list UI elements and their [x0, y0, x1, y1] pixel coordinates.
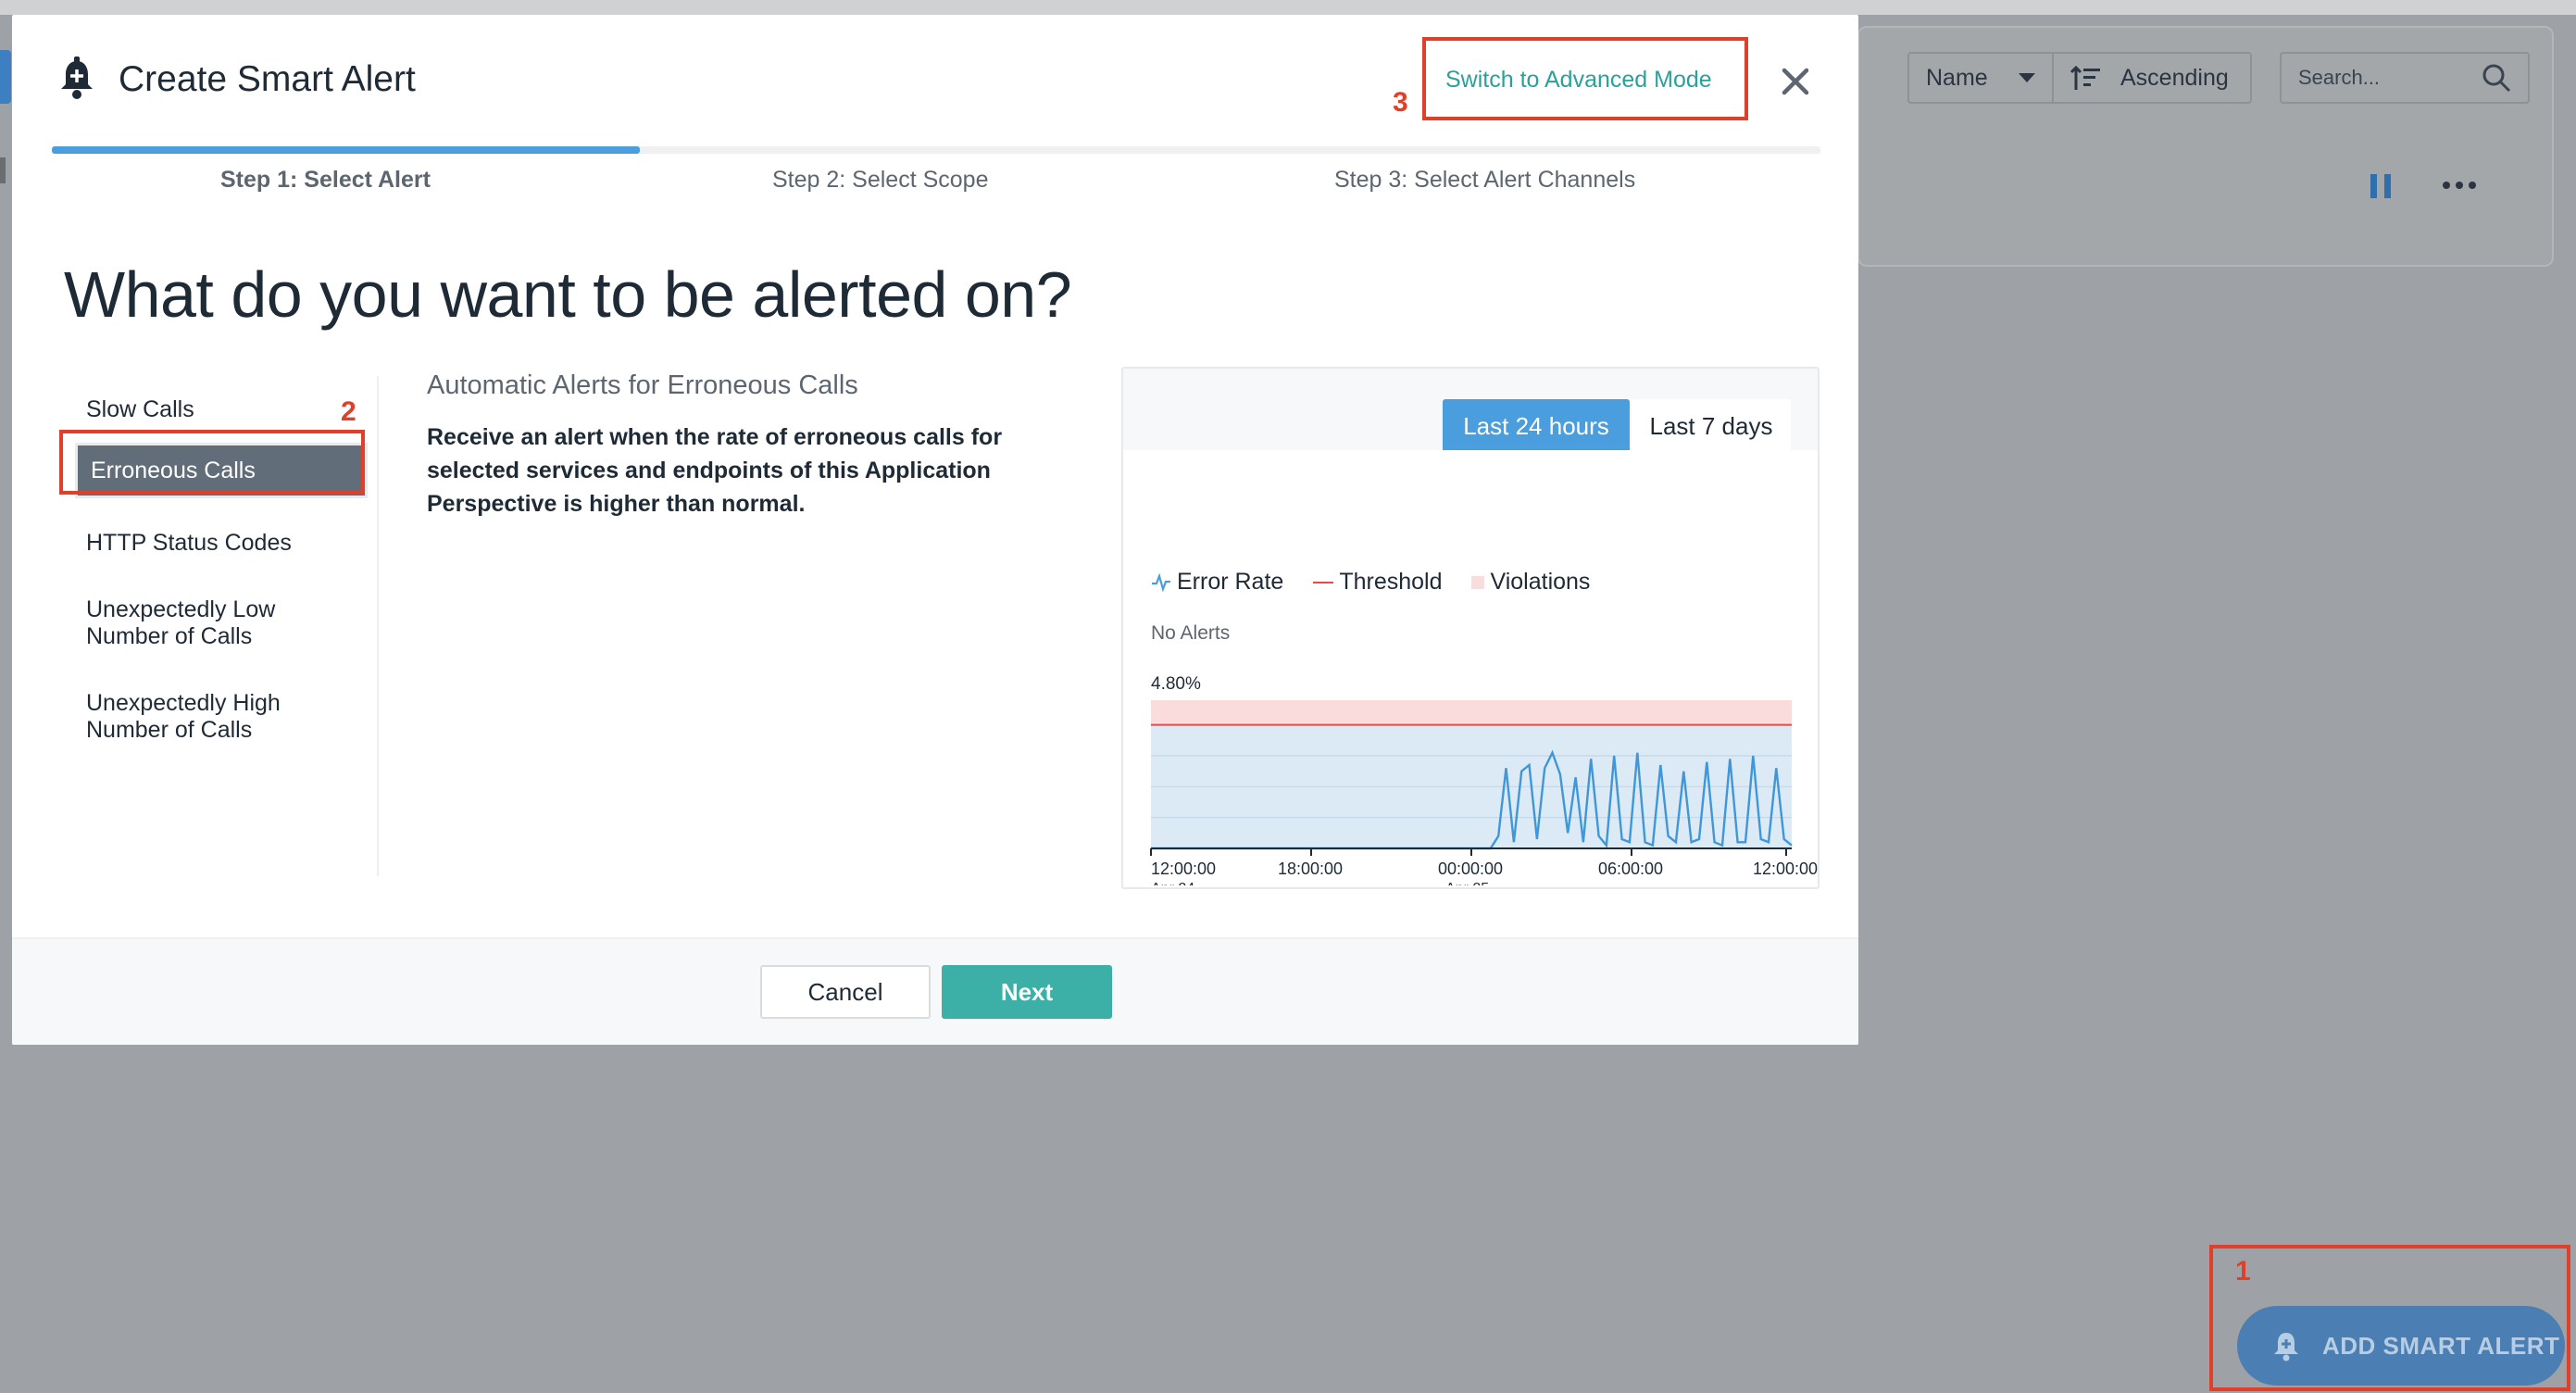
description-title: Automatic Alerts for Erroneous Calls — [427, 370, 858, 400]
cancel-button[interactable]: Cancel — [760, 965, 931, 1019]
x-tick-label-4: 06:00:00 — [1598, 860, 1663, 878]
sort-field-label: Name — [1926, 64, 1988, 91]
add-smart-alert-label: ADD SMART ALERT — [2322, 1331, 2560, 1360]
error-rate-icon — [1152, 572, 1170, 592]
legend-violations: Violations — [1471, 569, 1590, 596]
x-tick-date-3: Apr 25 — [1445, 881, 1489, 885]
error-rate-chart: 4.80% 12:00:00 Apr 24 18:00:00 00:00:00 Apr 2… — [1150, 674, 1818, 885]
top-bar — [0, 0, 2576, 15]
alert-type-list: Slow Calls Erroneous Calls HTTP Status C… — [64, 376, 379, 876]
step-1-label[interactable]: Step 1: Select Alert — [220, 167, 431, 194]
dialog-header: Create Smart Alert Switch to Advanced Mo… — [12, 15, 1858, 154]
switch-advanced-mode-link[interactable]: Switch to Advanced Mode — [1445, 67, 1712, 94]
bell-icon — [2274, 1333, 2298, 1362]
bell-plus-icon — [61, 56, 93, 99]
add-smart-alert-button[interactable]: ADD SMART ALERT — [2237, 1306, 2565, 1386]
chart-body: Error Rate Threshold Violations No Alert… — [1123, 450, 1818, 887]
range-last-24-hours[interactable]: Last 24 hours — [1443, 399, 1630, 453]
description-body: Receive an alert when the rate of errone… — [427, 424, 1003, 517]
x-tick-label-5: 12:00:00 — [1753, 860, 1818, 878]
x-tick-label-1: 12:00:00 — [1151, 860, 1216, 878]
next-button[interactable]: Next — [942, 965, 1112, 1019]
left-nav-marker — [0, 157, 6, 183]
range-last-7-days[interactable]: Last 7 days — [1632, 399, 1791, 453]
search-icon — [2482, 64, 2511, 93]
annotation-number-2: 2 — [341, 396, 356, 427]
annotation-number-1: 1 — [2235, 1256, 2251, 1286]
step-progress-bar — [52, 146, 1820, 154]
legend-threshold-label: Threshold — [1339, 569, 1443, 595]
alert-type-erroneous-calls[interactable]: Erroneous Calls — [75, 443, 368, 498]
left-nav-chip — [0, 50, 11, 104]
step-progress-fill — [52, 146, 640, 154]
alert-type-slow-calls[interactable]: Slow Calls — [73, 396, 368, 423]
step-2-label[interactable]: Step 2: Select Scope — [772, 167, 988, 194]
threshold-swatch — [1313, 581, 1334, 584]
sort-order-toggle[interactable]: Ascending — [2054, 64, 2229, 92]
x-tick-label-3: 00:00:00 — [1438, 860, 1503, 878]
chevron-down-icon — [2019, 73, 2035, 82]
violation-band — [1151, 700, 1792, 725]
sort-control[interactable]: Name Ascending — [1907, 52, 2252, 104]
annotation-number-3: 3 — [1393, 87, 1408, 118]
page-headline: What do you want to be alerted on? — [64, 258, 1072, 331]
legend-error-rate: Error Rate — [1151, 569, 1283, 596]
search-input[interactable]: Search... — [2280, 52, 2530, 104]
alert-type-http-status-codes[interactable]: HTTP Status Codes — [73, 530, 368, 557]
dialog-title: Create Smart Alert — [119, 59, 416, 99]
search-placeholder: Search... — [2298, 66, 2381, 89]
close-icon[interactable] — [1777, 63, 1814, 100]
dialog-footer — [12, 937, 1858, 1045]
chart-panel: Last 24 hours Last 7 days Error Rate Thr… — [1121, 367, 1819, 889]
legend-error-rate-label: Error Rate — [1177, 569, 1284, 595]
x-tick-label-2: 18:00:00 — [1278, 860, 1343, 878]
legend-threshold: Threshold — [1313, 569, 1442, 596]
y-axis-max-label: 4.80% — [1151, 674, 1201, 694]
pause-icon[interactable] — [2370, 174, 2391, 198]
chart-legend: Error Rate Threshold Violations — [1151, 569, 1590, 596]
sort-order-label: Ascending — [2120, 64, 2229, 91]
alert-type-low-calls[interactable]: Unexpectedly Low Number of Calls — [73, 596, 368, 650]
sort-ascending-icon — [2070, 65, 2100, 90]
violations-swatch — [1471, 575, 1485, 589]
more-options-icon[interactable] — [2443, 182, 2476, 189]
step-3-label[interactable]: Step 3: Select Alert Channels — [1334, 167, 1635, 194]
alert-type-high-calls[interactable]: Unexpectedly High Number of Calls — [73, 690, 368, 744]
legend-violations-label: Violations — [1490, 569, 1591, 595]
sort-field-select[interactable]: Name — [1909, 54, 2054, 102]
alert-status: No Alerts — [1151, 622, 1231, 644]
create-smart-alert-dialog: Create Smart Alert Switch to Advanced Mo… — [12, 15, 1858, 1045]
x-tick-date-1: Apr 24 — [1151, 881, 1194, 885]
